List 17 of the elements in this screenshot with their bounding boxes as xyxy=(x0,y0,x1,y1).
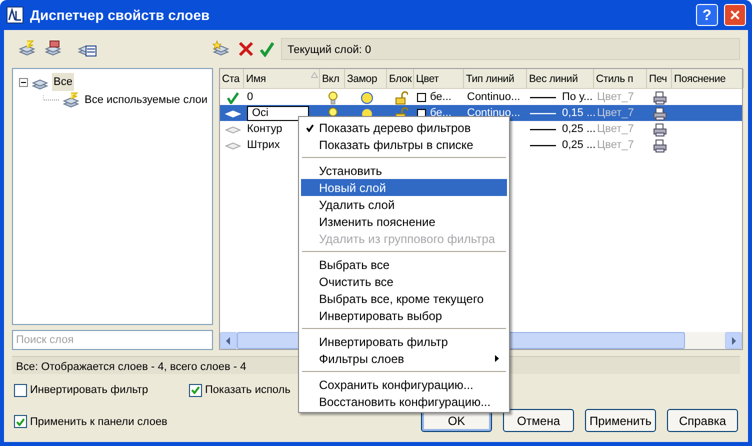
lineweight-value: 0,15 ... xyxy=(562,106,596,122)
plot-style-name: Цвет_7 xyxy=(597,138,634,154)
checkbox-label: Показать исполь xyxy=(205,383,290,398)
checkbox-label: Применить к панели слоев xyxy=(30,414,168,430)
lineweight-value: По у... xyxy=(562,90,593,106)
linetype-name: Continuo... xyxy=(467,90,520,106)
color-name: бе... xyxy=(430,90,452,106)
lineweight-value: 0,25 ... xyxy=(562,138,596,154)
window-title: Диспетчер свойств слоев xyxy=(30,6,210,25)
current-layer-field: Текущий слой: 0 xyxy=(280,38,740,60)
plot-style-name: Цвет_7 xyxy=(597,122,634,138)
plot-style-name: Цвет_7 xyxy=(597,106,634,122)
linetype-name: Continuo... xyxy=(467,106,520,122)
lineweight-value: 0,25 ... xyxy=(562,122,596,138)
color-name: бе... xyxy=(430,106,452,122)
checkbox-label: Инвертировать фильтр xyxy=(30,383,148,398)
plot-style-name: Цвет_7 xyxy=(597,90,634,106)
